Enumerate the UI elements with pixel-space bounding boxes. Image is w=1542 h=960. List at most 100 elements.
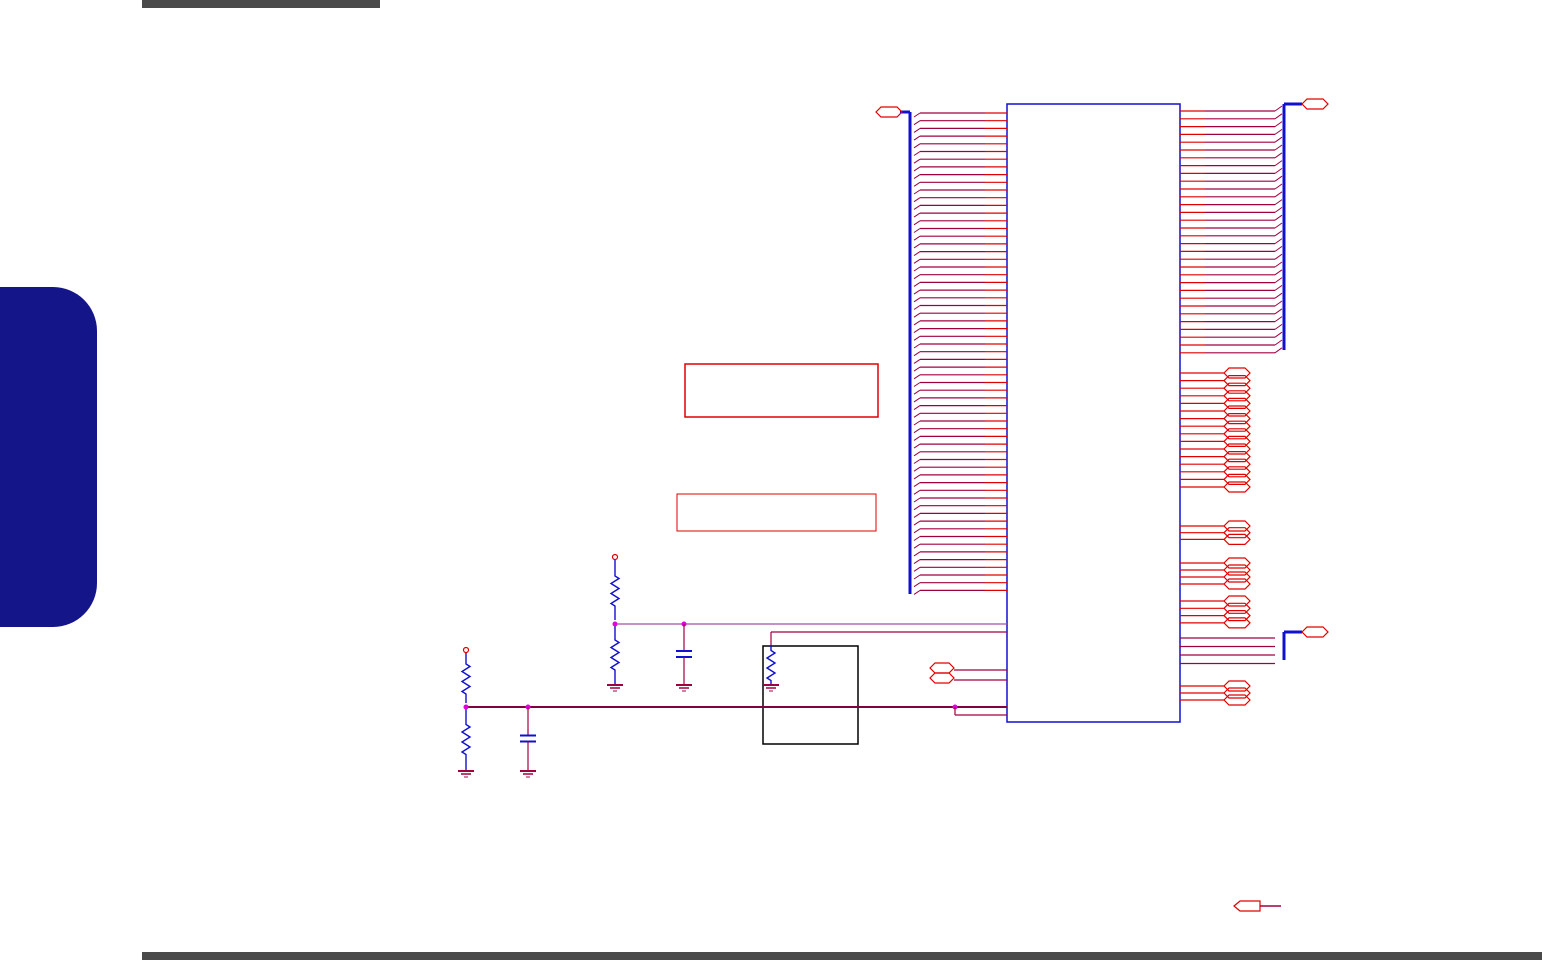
port-flag: [875, 106, 903, 118]
bus-entry: [1274, 167, 1283, 174]
bus-entry: [913, 158, 921, 164]
bus-entry: [913, 559, 921, 565]
bus-entry: [1274, 105, 1283, 112]
bus-entry: [1274, 331, 1283, 338]
bus-entry: [913, 197, 921, 203]
bus-entry: [913, 258, 921, 264]
schematic-diagram: [458, 98, 1329, 912]
bus-entry: [1274, 222, 1283, 229]
bus-entry: [1274, 261, 1283, 268]
bus-entry: [1274, 300, 1283, 307]
bus-entry: [913, 274, 921, 280]
junction: [463, 704, 469, 710]
resistor: [460, 707, 472, 770]
bus-entry: [1274, 339, 1283, 346]
bus-entry: [1274, 292, 1283, 299]
bus-entry: [1274, 144, 1283, 151]
bus-entry: [913, 566, 921, 572]
sub-block: [762, 645, 859, 745]
bus-entry: [913, 482, 921, 488]
port-flag: [1223, 617, 1251, 629]
left-data-bus: [900, 110, 1007, 595]
passive-network: [458, 553, 1007, 778]
bus-entry: [913, 358, 921, 364]
bus-entry: [913, 335, 921, 341]
bus-entry: [913, 374, 921, 380]
bus-entry: [913, 312, 921, 318]
bus-entry: [913, 181, 921, 187]
bus-entry: [1274, 245, 1283, 252]
bus-entry: [913, 135, 921, 141]
bus-entry: [1274, 160, 1283, 167]
bus-entry: [913, 235, 921, 241]
bus-entry: [913, 451, 921, 457]
bus-entry: [913, 289, 921, 295]
port-flag: [1223, 694, 1251, 706]
bus-entry: [913, 443, 921, 449]
main-ic-body: [1006, 103, 1181, 723]
bus-entry: [1274, 214, 1283, 221]
bus-entry: [913, 120, 921, 126]
port-flag: [1223, 481, 1251, 493]
bus-entry: [913, 127, 921, 133]
bus-entry: [913, 320, 921, 326]
bus-entry: [913, 143, 921, 149]
resistor: [460, 653, 472, 703]
bus-entry: [913, 220, 921, 226]
bus-entry: [1274, 121, 1283, 128]
bus-entry: [1274, 175, 1283, 182]
bus-entry: [1274, 183, 1283, 190]
bus-entry: [913, 574, 921, 580]
bus-entry: [913, 297, 921, 303]
bus-entry: [913, 174, 921, 180]
resistor: [765, 645, 777, 684]
bus-entry: [913, 166, 921, 172]
bus-entry: [913, 266, 921, 272]
resistor: [609, 624, 621, 684]
bus-entry: [913, 343, 921, 349]
bus-entry: [913, 489, 921, 495]
bus-entry: [913, 204, 921, 210]
bus-entry: [1274, 199, 1283, 206]
bus-entry: [913, 536, 921, 541]
bus-entry: [1274, 206, 1283, 213]
bus-entry: [1274, 284, 1283, 291]
port-flag: [929, 662, 955, 674]
bus-entry: [913, 189, 921, 195]
bus-entry: [913, 328, 921, 334]
bus-entry: [913, 251, 921, 257]
bus-entry: [1274, 253, 1283, 260]
bus-entry: [913, 212, 921, 218]
port-flag: [1223, 578, 1251, 590]
bus-entry: [1274, 347, 1283, 354]
bus-entry: [913, 435, 921, 441]
bus-entry: [913, 589, 921, 595]
bus-entry: [913, 512, 921, 518]
bus-entry: [913, 405, 921, 411]
note-box-1: [684, 363, 879, 418]
bus-entry: [913, 551, 921, 557]
bus-entry: [913, 389, 921, 395]
note-box-2: [676, 493, 877, 532]
port-flag: [1301, 98, 1329, 110]
bus-entry: [913, 428, 921, 434]
bus-entry: [913, 397, 921, 403]
bus-entry: [913, 528, 921, 534]
bus-entry: [913, 582, 921, 588]
bus-entry: [1274, 191, 1283, 198]
bus-entry: [913, 466, 921, 472]
bus-entry: [1274, 323, 1283, 330]
bus-entry: [1274, 113, 1283, 120]
bus-entry: [913, 151, 921, 156]
bus-entry: [913, 474, 921, 480]
bus-entry: [1274, 152, 1283, 159]
bus-entry: [913, 351, 921, 357]
bus-entry: [1274, 277, 1283, 284]
bus-entry: [1274, 308, 1283, 315]
bus-entry: [1274, 269, 1283, 276]
bus-entry: [913, 305, 921, 310]
bus-entry: [913, 382, 921, 387]
bus-entry: [913, 459, 921, 464]
bus-entry: [913, 520, 921, 526]
bus-entry: [913, 543, 921, 549]
